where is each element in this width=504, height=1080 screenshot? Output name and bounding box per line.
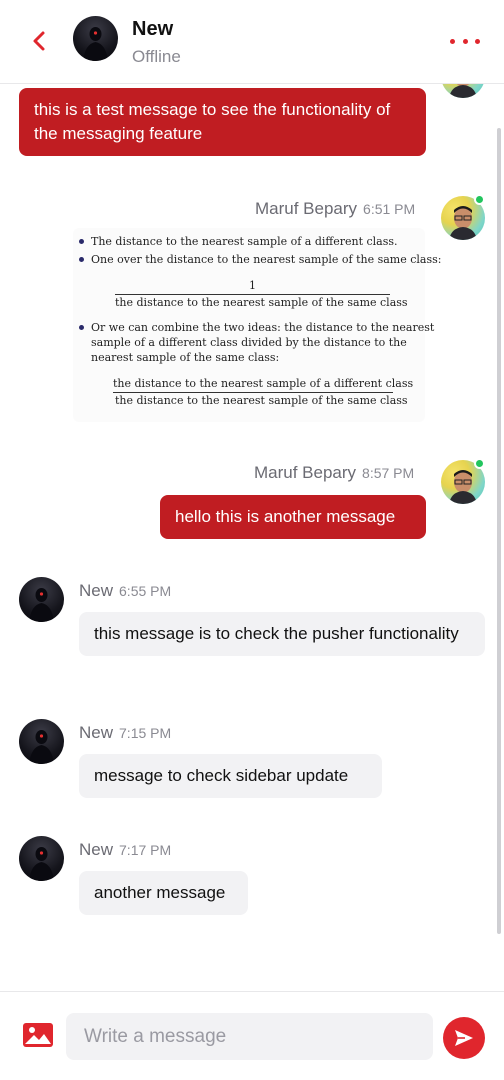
message-meta: New 7:15 PM	[79, 723, 171, 743]
message-bubble-other: message to check sidebar update	[79, 754, 382, 798]
contact-avatar[interactable]	[73, 16, 118, 61]
scrollbar[interactable]	[497, 128, 501, 934]
fraction-numerator: 1	[249, 279, 256, 292]
image-text-line: The distance to the nearest sample of a …	[91, 235, 398, 248]
bullet-icon	[79, 325, 84, 330]
online-indicator	[474, 458, 485, 469]
message-time: 7:17 PM	[119, 842, 172, 858]
contact-avatar	[19, 836, 64, 881]
fraction-denominator: the distance to the nearest sample of th…	[115, 394, 408, 407]
chat-header: New Offline	[0, 0, 504, 84]
image-icon	[23, 1023, 53, 1047]
online-indicator	[474, 194, 485, 205]
message-text: another message	[94, 883, 226, 902]
bullet-icon	[79, 239, 84, 244]
message-composer	[0, 991, 504, 1080]
fraction-denominator: the distance to the nearest sample of th…	[115, 296, 408, 309]
message-input[interactable]	[66, 1013, 433, 1060]
message-time: 7:15 PM	[119, 725, 172, 741]
message-meta: New 6:55 PM	[79, 581, 171, 601]
image-attachment[interactable]: The distance to the nearest sample of a …	[73, 228, 441, 422]
bullet-icon	[79, 257, 84, 262]
send-button[interactable]	[443, 1017, 485, 1059]
sender-name: Maruf Bepary	[254, 463, 357, 482]
message-time: 6:55 PM	[119, 583, 172, 599]
message-bubble-own: hello this is another message	[160, 495, 426, 539]
sender-name: New	[79, 581, 114, 600]
message-time: 8:57 PM	[362, 465, 415, 481]
sender-name: New	[79, 840, 114, 859]
image-text-line: Or we can combine the two ideas: the dis…	[91, 321, 435, 334]
message-bubble-other: this message is to check the pusher func…	[79, 612, 485, 656]
more-options-button[interactable]	[450, 34, 480, 48]
image-text-line: sample of a different class divided by t…	[91, 336, 407, 349]
message-text: this is a test message to see the functi…	[34, 100, 391, 143]
message-text: message to check sidebar update	[94, 766, 349, 785]
contact-avatar	[19, 577, 64, 622]
message-meta: Maruf Bepary 6:51 PM	[255, 199, 415, 219]
message-bubble-own: this is a test message to see the functi…	[19, 88, 426, 156]
attach-image-button[interactable]	[22, 1022, 54, 1048]
image-text-line: One over the distance to the nearest sam…	[91, 253, 442, 266]
contact-status: Offline	[132, 47, 181, 66]
contact-avatar	[19, 719, 64, 764]
message-time: 6:51 PM	[363, 201, 416, 217]
image-text-line: nearest sample of the same class:	[91, 351, 280, 364]
message-text: this message is to check the pusher func…	[94, 624, 459, 643]
back-button[interactable]	[26, 28, 52, 54]
send-icon	[455, 1030, 473, 1046]
contact-name: New	[132, 18, 174, 40]
message-meta: New 7:17 PM	[79, 840, 171, 860]
fraction-numerator: the distance to the nearest sample of a …	[113, 377, 414, 390]
chevron-left-icon	[33, 31, 45, 51]
message-bubble-other: another message	[79, 871, 248, 915]
sender-name: Maruf Bepary	[255, 199, 358, 218]
more-dots-icon	[450, 38, 455, 44]
message-text: hello this is another message	[175, 507, 396, 526]
message-meta: Maruf Bepary 8:57 PM	[254, 463, 414, 483]
sender-name: New	[79, 723, 114, 742]
